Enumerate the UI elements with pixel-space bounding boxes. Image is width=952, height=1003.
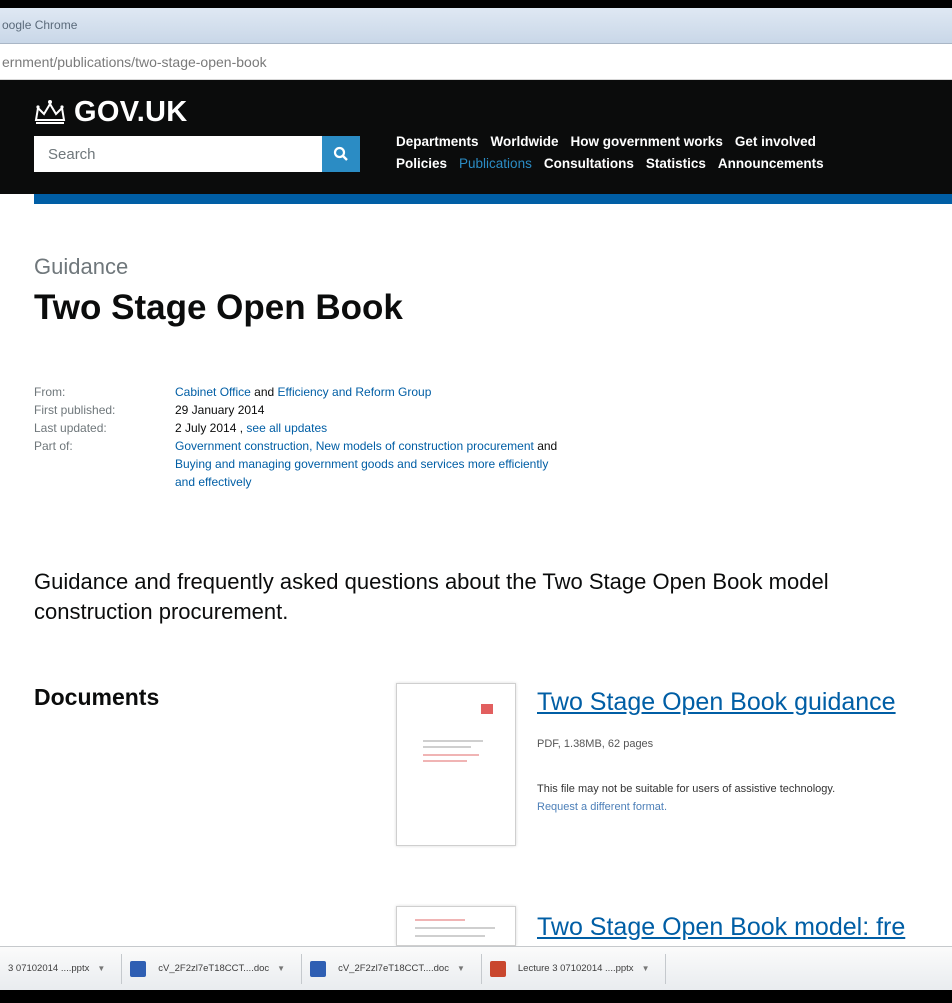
thumbnail-text-line [423,760,467,762]
word-file-icon [310,960,327,977]
screen-bottom-edge [0,990,952,1003]
thumbnail-logo-mark [481,704,493,714]
org-link-cabinet-office[interactable]: Cabinet Office [175,385,251,399]
meta-from-value: Cabinet Office and Efficiency and Reform… [175,383,675,401]
search-input[interactable] [34,136,322,172]
meta-part-of-label: Part of: [34,439,73,453]
main-navigation: Departments Worldwide How government wor… [396,134,952,178]
accessibility-note-text: This file may not be suitable for users … [537,783,836,795]
search-button[interactable] [322,136,360,172]
nav-link-get-involved[interactable]: Get involved [735,134,816,156]
thumbnail-text-line [415,935,485,937]
attachment-thumbnail[interactable] [396,683,516,846]
collection-link-buying-managing-cont[interactable]: and effectively [175,475,252,489]
page-title: Two Stage Open Book [34,288,403,327]
download-item[interactable]: cV_2F2zl7eT18CCT....doc ▼ [302,947,481,991]
accessibility-note: This file may not be suitable for users … [537,780,835,816]
window-title: oogle Chrome [2,18,78,32]
download-filename: cV_2F2zl7eT18CCT....doc [338,963,449,974]
nav-link-announcements[interactable]: Announcements [718,156,824,178]
meta-part-of-value: Government construction, New models of c… [175,437,675,491]
summary-line-1: Guidance and frequently asked questions … [34,569,829,594]
attachment-thumbnail[interactable] [396,906,516,946]
meta-part-of-row: Part of: Government construction, New mo… [34,437,675,491]
publication-metadata: From: Cabinet Office and Efficiency and … [34,383,675,491]
chevron-down-icon[interactable]: ▼ [642,964,650,973]
see-all-updates-link[interactable]: see all updates [246,421,327,435]
divider [665,953,667,984]
nav-link-departments[interactable]: Departments [396,134,479,156]
header-accent-bar [34,194,952,204]
nav-row-secondary: Policies Publications Consultations Stat… [396,156,952,178]
thumbnail-text-line [415,919,465,921]
chevron-down-icon[interactable]: ▼ [97,964,105,973]
govuk-logo-link[interactable]: GOV.UK [32,94,188,130]
document-type-label: Guidance [34,254,129,279]
chevron-down-icon[interactable]: ▼ [277,964,285,973]
meta-last-updated-row: Last updated: 2 July 2014 , see all upda… [34,419,675,437]
nav-link-statistics[interactable]: Statistics [646,156,706,178]
nav-link-publications[interactable]: Publications [459,156,532,178]
nav-link-how-government-works[interactable]: How government works [571,134,723,156]
summary-line-2: construction procurement. [34,599,289,624]
meta-last-updated-label: Last updated: [34,421,107,435]
meta-from-and: and [254,385,275,399]
meta-first-published-value: 29 January 2014 [175,403,265,417]
thumbnail-text-line [415,927,495,929]
download-filename: cV_2F2zl7eT18CCT....doc [158,963,270,974]
nav-link-worldwide[interactable]: Worldwide [491,134,559,156]
nav-link-consultations[interactable]: Consultations [544,156,634,178]
crown-icon [34,100,66,124]
govuk-header: GOV.UK Departments Worldwide How governm… [0,80,952,194]
powerpoint-file-icon [489,960,506,977]
meta-first-published-label: First published: [34,403,116,417]
attachment-title-link[interactable]: Two Stage Open Book guidance [537,688,896,717]
attachment-title-link[interactable]: Two Stage Open Book model: fre [537,913,905,942]
last-updated-date: 2 July 2014 , [175,421,244,435]
address-bar[interactable]: ernment/publications/two-stage-open-book [0,44,952,80]
thumbnail-text-line [423,746,471,748]
search-icon [333,146,348,161]
org-link-efficiency-reform-group[interactable]: Efficiency and Reform Group [278,385,432,399]
meta-from-row: From: Cabinet Office and Efficiency and … [34,383,675,401]
download-item[interactable]: cV_2F2zl7eT18CCT....doc ▼ [122,947,301,991]
download-item[interactable]: Lecture 3 07102014 ....pptx ▼ [482,947,666,991]
meta-last-updated-value: 2 July 2014 , see all updates [175,419,675,437]
attachment-metadata: PDF, 1.38MB, 62 pages [537,738,654,750]
download-filename: Lecture 3 07102014 ....pptx [517,963,634,974]
thumbnail-text-line [423,740,483,742]
request-format-link[interactable]: Request a different format. [537,801,667,813]
meta-from-label: From: [34,385,66,399]
collection-link-buying-managing[interactable]: Buying and managing government goods and… [175,457,548,471]
documents-heading: Documents [34,684,160,710]
thumbnail-text-line [423,754,479,756]
download-filename: 3 07102014 ....pptx [8,963,90,974]
search-form [34,136,360,172]
page-summary: Guidance and frequently asked questions … [34,567,952,627]
chevron-down-icon[interactable]: ▼ [457,964,465,973]
word-file-icon [130,960,147,977]
meta-part-of-and: and [537,439,558,453]
nav-row-primary: Departments Worldwide How government wor… [396,134,952,156]
nav-link-policies[interactable]: Policies [396,156,447,178]
url-text[interactable]: ernment/publications/two-stage-open-book [2,54,267,70]
screen-top-edge [0,0,952,8]
downloads-bar: 3 07102014 ....pptx ▼ cV_2F2zl7eT18CCT..… [0,946,952,990]
download-item[interactable]: 3 07102014 ....pptx ▼ [0,947,121,991]
meta-first-published-row: First published: 29 January 2014 [34,401,675,419]
logo-text: GOV.UK [74,95,188,128]
browser-title-bar: oogle Chrome [0,8,952,44]
collection-link-government-construction[interactable]: Government construction, [175,439,312,453]
collection-link-new-models[interactable]: New models of construction procurement [316,439,534,453]
